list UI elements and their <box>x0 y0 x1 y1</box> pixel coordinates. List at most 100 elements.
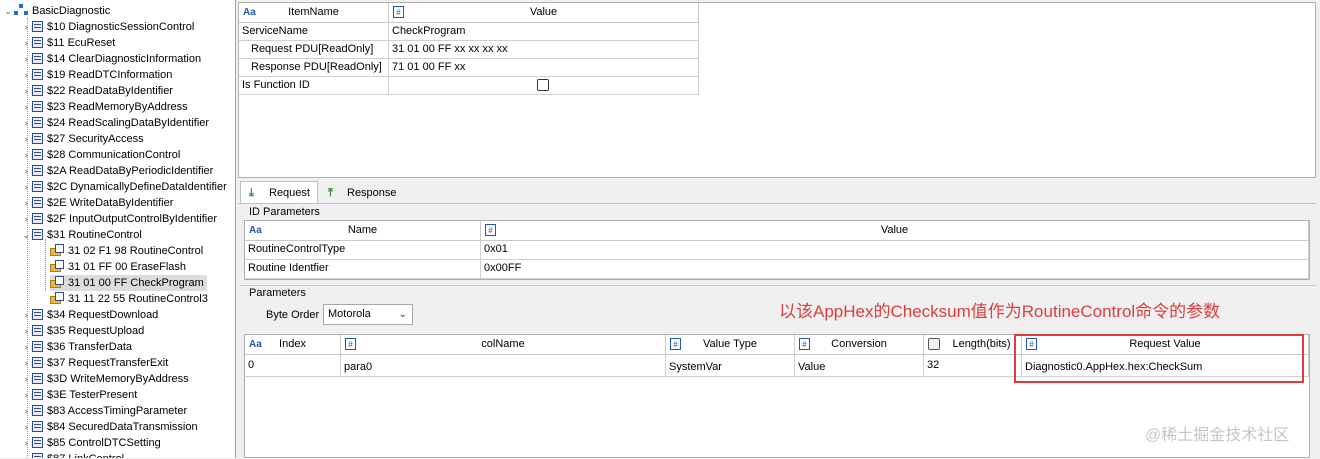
tree-service-item[interactable]: › $2F InputOutputControlByIdentifier <box>20 211 217 227</box>
service-tree[interactable]: ⌄ BasicDiagnostic › $10 DiagnosticSessionC… <box>0 0 236 458</box>
tree-routine-item[interactable]: 31 11 22 55 RoutineControl3 <box>50 291 208 307</box>
tree-item-label: $83 AccessTimingParameter <box>47 405 188 417</box>
hash-icon: # <box>393 6 404 18</box>
props-row-value[interactable]: CheckProgram <box>389 23 699 41</box>
is-function-checkbox[interactable] <box>537 79 549 91</box>
text-type-icon: Aa <box>249 339 262 350</box>
props-header-value[interactable]: # Value <box>389 3 699 23</box>
param-header-colname[interactable]: # colName <box>341 335 666 355</box>
expand-icon[interactable]: › <box>20 35 32 51</box>
expand-icon[interactable]: › <box>20 131 32 147</box>
tree-service-item[interactable]: › $27 SecurityAccess <box>20 131 144 147</box>
tree-service-item[interactable]: › $22 ReadDataByIdentifier <box>20 83 173 99</box>
tree-service-item[interactable]: › $84 SecuredDataTransmission <box>20 419 198 435</box>
props-header-name[interactable]: Aa ItemName <box>239 3 389 23</box>
tree-service-item[interactable]: › $23 ReadMemoryByAddress <box>20 99 188 115</box>
id-header-value[interactable]: # Value <box>481 221 1309 241</box>
expand-icon[interactable]: › <box>20 115 32 131</box>
byte-order-select[interactable]: Motorola ⌄ <box>323 304 413 325</box>
tree-service-item[interactable]: › $28 CommunicationControl <box>20 147 180 163</box>
tree-routine-item[interactable]: 31 01 00 FF CheckProgram <box>50 275 207 291</box>
hash-icon: # <box>799 338 810 350</box>
expand-icon[interactable]: › <box>20 403 32 419</box>
id-row-value[interactable]: 0x00FF <box>481 260 1309 279</box>
expand-icon[interactable]: › <box>20 419 32 435</box>
tree-item-label: $36 TransferData <box>47 341 132 353</box>
param-cell-conversion[interactable]: Value <box>795 355 924 377</box>
tree-routine-item[interactable]: 31 02 F1 98 RoutineControl <box>50 243 203 259</box>
service-icon <box>32 357 43 368</box>
tree-service-item[interactable]: › $34 RequestDownload <box>20 307 158 323</box>
tree-item-label: $11 EcuReset <box>47 37 116 49</box>
tree-service-item[interactable]: › $3D WriteMemoryByAddress <box>20 371 189 387</box>
service-icon <box>32 341 43 352</box>
expand-icon[interactable]: › <box>20 387 32 403</box>
expand-icon[interactable]: › <box>20 163 32 179</box>
chevron-down-icon: ⌄ <box>398 309 407 320</box>
expand-icon[interactable]: › <box>20 67 32 83</box>
tree-service-item[interactable]: › $24 ReadScalingDataByIdentifier <box>20 115 209 131</box>
tree-service-item[interactable]: › $2C DynamicallyDefineDataIdentifier <box>20 179 227 195</box>
tree-service-item[interactable]: › $3E TesterPresent <box>20 387 137 403</box>
param-cell-colname[interactable]: para0 <box>341 355 666 377</box>
tree-service-item[interactable]: › $2A ReadDataByPeriodicIdentifier <box>20 163 213 179</box>
param-header-valuetype[interactable]: # Value Type <box>666 335 795 355</box>
param-cell-valuetype[interactable]: SystemVar <box>666 355 795 377</box>
expand-icon[interactable]: › <box>20 371 32 387</box>
service-icon <box>32 405 43 416</box>
expand-icon[interactable]: › <box>20 147 32 163</box>
tree-service-item[interactable]: › $87 LinkControl <box>20 451 124 458</box>
tree-item-label: $24 ReadScalingDataByIdentifier <box>47 117 210 129</box>
expand-icon[interactable]: › <box>20 339 32 355</box>
id-row-name: Routine Identfier <box>245 260 481 279</box>
tree-service-item[interactable]: › $2E WriteDataByIdentifier <box>20 195 173 211</box>
param-header-conversion[interactable]: # Conversion <box>795 335 924 355</box>
param-header-length[interactable]: Length(bits) <box>924 335 1022 355</box>
tree-item-label: $27 SecurityAccess <box>47 133 144 145</box>
tree-routine-item[interactable]: 31 01 FF 00 EraseFlash <box>50 259 186 275</box>
hash-icon: # <box>345 338 356 350</box>
tree-item-label: 31 02 F1 98 RoutineControl <box>68 245 204 257</box>
service-icon <box>32 133 43 144</box>
expand-icon[interactable]: › <box>20 211 32 227</box>
expand-icon[interactable]: › <box>20 83 32 99</box>
tree-service-item[interactable]: › $11 EcuReset <box>20 35 115 51</box>
tree-service-item[interactable]: › $10 DiagnosticSessionControl <box>20 19 194 35</box>
tree-service-item[interactable]: › $85 ControlDTCSetting <box>20 435 161 451</box>
id-row-value[interactable]: 0x01 <box>481 241 1309 260</box>
tree-service-item[interactable]: ⌄ $31 RoutineControl <box>20 227 142 243</box>
expand-icon[interactable]: › <box>20 19 32 35</box>
service-icon <box>32 437 43 448</box>
expand-icon[interactable]: › <box>20 323 32 339</box>
tree-service-item[interactable]: › $83 AccessTimingParameter <box>20 403 187 419</box>
tab-request[interactable]: ⤓ Request <box>240 181 318 203</box>
service-icon <box>32 53 43 64</box>
service-icon <box>32 69 43 80</box>
tree-service-item[interactable]: › $37 RequestTransferExit <box>20 355 168 371</box>
expand-icon[interactable]: › <box>20 195 32 211</box>
param-header-index[interactable]: Aa Index <box>245 335 341 355</box>
tree-root[interactable]: ⌄ BasicDiagnostic <box>2 3 110 19</box>
expand-icon[interactable]: › <box>20 307 32 323</box>
expand-icon[interactable]: › <box>20 99 32 115</box>
tree-service-item[interactable]: › $19 ReadDTCInformation <box>20 67 172 83</box>
tree-service-item[interactable]: › $35 RequestUpload <box>20 323 144 339</box>
expand-icon[interactable]: › <box>20 51 32 67</box>
routine-icon <box>50 276 64 288</box>
tab-response[interactable]: ⤒ Response <box>322 182 406 204</box>
tree-service-item[interactable]: › $14 ClearDiagnosticInformation <box>20 51 201 67</box>
tree-item-label: $34 RequestDownload <box>47 309 159 321</box>
collapse-icon[interactable]: ⌄ <box>2 3 14 19</box>
expand-icon[interactable]: › <box>20 179 32 195</box>
arrow-down-icon: ⤓ <box>249 187 254 199</box>
param-cell-length[interactable]: 32 <box>924 355 1022 377</box>
expand-icon[interactable]: › <box>20 451 32 458</box>
expand-icon[interactable]: › <box>20 435 32 451</box>
tree-item-label: $23 ReadMemoryByAddress <box>47 101 188 113</box>
props-row-name: Request PDU[ReadOnly] <box>239 41 389 59</box>
tree-service-item[interactable]: › $36 TransferData <box>20 339 132 355</box>
id-header-name[interactable]: Aa Name <box>245 221 481 241</box>
watermark: @稀土掘金技术社区 <box>1145 427 1290 444</box>
expand-icon[interactable]: › <box>20 355 32 371</box>
collapse-icon[interactable]: ⌄ <box>20 227 32 243</box>
